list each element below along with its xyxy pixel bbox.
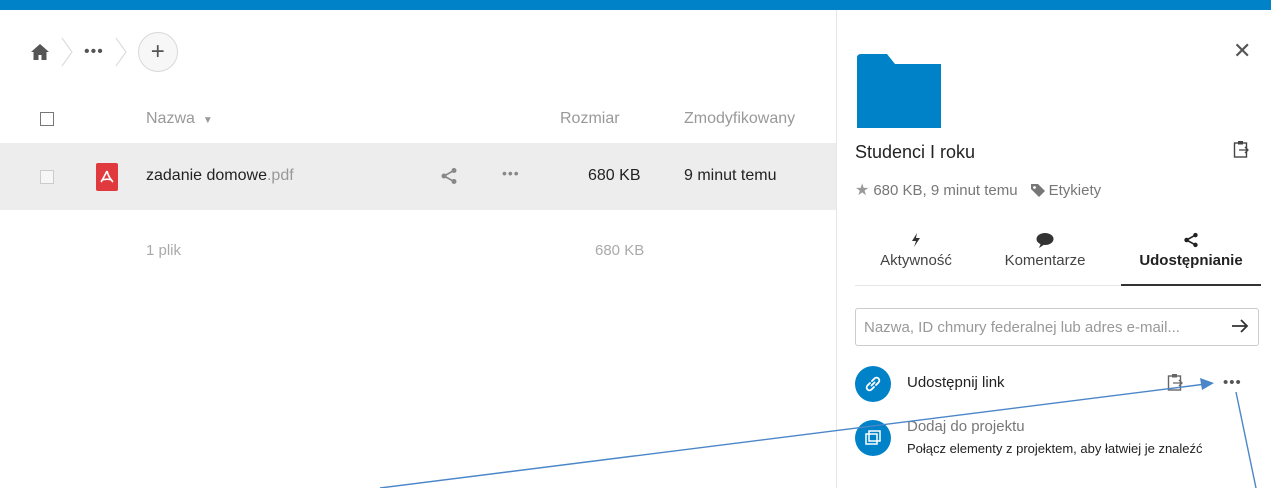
home-icon[interactable] bbox=[30, 42, 50, 62]
tab-sharing-label: Udostępnianie bbox=[1139, 252, 1243, 269]
file-name[interactable]: zadanie domowe.pdf bbox=[146, 167, 294, 185]
file-list-pane: ••• + Nazwa ▼ Rozmiar Zmodyfikowany zadan… bbox=[0, 10, 836, 488]
add-to-project-row[interactable]: Dodaj do projektu Połącz elementy z proj… bbox=[855, 416, 1259, 488]
tab-comments[interactable]: Komentarze bbox=[989, 228, 1101, 269]
summary-size: 680 KB bbox=[595, 242, 645, 259]
row-checkbox[interactable] bbox=[40, 170, 54, 184]
table-row[interactable]: zadanie domowe.pdf ••• 680 KB 9 minut te… bbox=[0, 143, 836, 210]
link-avatar bbox=[855, 366, 891, 402]
breadcrumb-more-button[interactable]: ••• bbox=[84, 43, 104, 61]
project-icon bbox=[865, 430, 881, 445]
clipboard-icon[interactable] bbox=[1167, 373, 1183, 391]
breadcrumb: ••• + bbox=[30, 32, 178, 72]
pdf-file-icon bbox=[96, 163, 118, 191]
tab-activity-label: Aktywność bbox=[880, 252, 952, 269]
top-bar bbox=[0, 0, 1271, 10]
column-size-sort[interactable]: Rozmiar bbox=[560, 110, 620, 128]
breadcrumb-separator-icon bbox=[61, 37, 73, 67]
file-name-base: zadanie domowe bbox=[146, 167, 267, 184]
share-icon bbox=[1184, 232, 1198, 248]
row-more-button[interactable]: ••• bbox=[502, 165, 520, 181]
sidebar-title: Studenci I roku bbox=[855, 142, 976, 162]
summary-count: 1 plik bbox=[146, 242, 182, 259]
share-link-more-button[interactable]: ••• bbox=[1223, 374, 1242, 391]
tab-comments-label: Komentarze bbox=[1004, 252, 1086, 269]
share-link-label[interactable]: Udostępnij link bbox=[907, 374, 1005, 391]
column-modified-sort[interactable]: Zmodyfikowany bbox=[684, 110, 795, 128]
link-icon bbox=[865, 376, 881, 392]
breadcrumb-separator-icon bbox=[115, 37, 127, 67]
clipboard-icon[interactable] bbox=[1233, 140, 1249, 158]
folder-icon bbox=[857, 54, 941, 128]
details-sidebar: ✕ Studenci I roku ★ 680 KB, 9 minut temu… bbox=[836, 10, 1271, 488]
share-search-input[interactable] bbox=[855, 308, 1259, 346]
tab-activity[interactable]: Aktywność bbox=[871, 228, 961, 269]
sidebar-meta-info: 680 KB, 9 minut temu bbox=[873, 181, 1018, 199]
file-size: 680 KB bbox=[588, 167, 641, 184]
close-icon[interactable]: ✕ bbox=[1233, 38, 1251, 64]
tags-link[interactable]: Etykiety bbox=[1049, 182, 1102, 199]
share-icon[interactable] bbox=[440, 167, 458, 185]
file-name-ext: .pdf bbox=[266, 167, 294, 184]
new-file-button[interactable]: + bbox=[137, 32, 178, 72]
sidebar-tabs: Aktywność Komentarze Udostępnianie bbox=[855, 228, 1261, 288]
file-summary: 1 plik 680 KB bbox=[0, 242, 836, 282]
select-all-checkbox[interactable] bbox=[40, 112, 54, 126]
project-avatar bbox=[855, 420, 891, 456]
tag-icon bbox=[1030, 184, 1045, 197]
project-description: Połącz elementy z projektem, aby łatwiej… bbox=[907, 441, 1203, 456]
sort-caret-icon: ▼ bbox=[202, 115, 213, 126]
share-link-row: Udostępnij link ••• bbox=[855, 366, 1259, 406]
file-modified: 9 minut temu bbox=[684, 167, 777, 184]
project-title: Dodaj do projektu bbox=[907, 418, 1025, 435]
sidebar-meta: ★ 680 KB, 9 minut temu Etykiety bbox=[855, 180, 1101, 200]
column-name-sort[interactable]: Nazwa ▼ bbox=[146, 110, 213, 128]
favorite-star-icon[interactable]: ★ bbox=[855, 180, 869, 200]
file-table-header: Nazwa ▼ Rozmiar Zmodyfikowany bbox=[0, 100, 836, 140]
arrow-right-icon[interactable] bbox=[1231, 317, 1249, 335]
comment-icon bbox=[1036, 232, 1054, 248]
tab-sharing[interactable]: Udostępnianie bbox=[1121, 228, 1261, 269]
column-name-label: Nazwa bbox=[146, 110, 195, 127]
active-tab-indicator bbox=[1121, 284, 1261, 286]
lightning-icon bbox=[912, 233, 920, 247]
